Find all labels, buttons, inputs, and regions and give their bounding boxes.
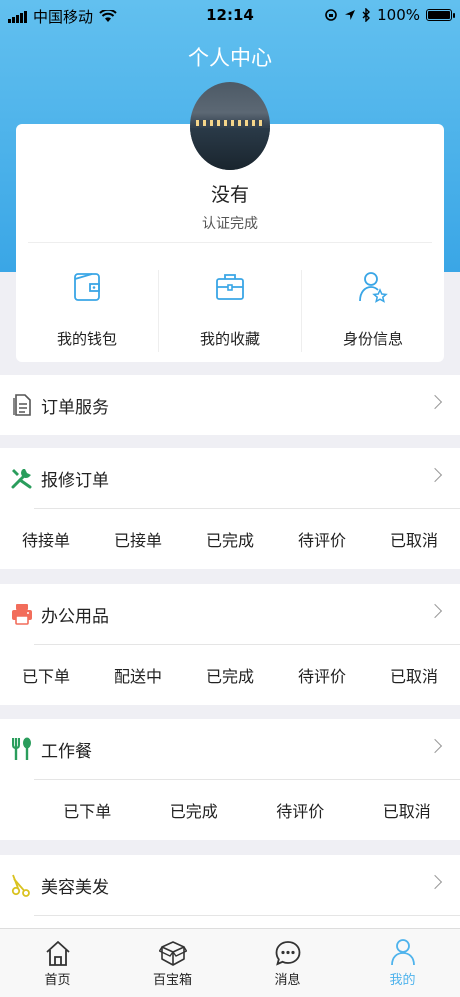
divider <box>28 242 432 243</box>
office-status-completed[interactable]: 已完成 <box>184 663 276 687</box>
document-icon <box>12 393 32 417</box>
order-service-row[interactable]: 订单服务 <box>0 375 460 435</box>
tools-icon <box>10 466 34 490</box>
office-status-ordered[interactable]: 已下单 <box>0 663 92 687</box>
username: 没有 <box>16 180 444 207</box>
tab-home[interactable]: 首页 <box>0 929 115 997</box>
tab-me[interactable]: 我的 <box>345 929 460 997</box>
tab-messages-label: 消息 <box>230 969 345 988</box>
office-status-pending-review[interactable]: 待评价 <box>276 663 368 687</box>
work-meal-section: 工作餐 已下单 已完成 待评价 已取消 <box>0 719 460 840</box>
tab-bar: 首页 百宝箱 消息 我的 <box>0 928 460 997</box>
battery-icon <box>426 9 452 21</box>
printer-icon <box>10 603 34 625</box>
chevron-right-icon <box>428 395 442 409</box>
office-supplies-row[interactable]: 办公用品 <box>0 584 460 644</box>
briefcase-icon <box>214 270 246 302</box>
tab-me-label: 我的 <box>345 969 460 988</box>
beauty-label: 美容美发 <box>41 873 109 898</box>
quick-links: 我的钱包 我的收藏 身份信息 <box>16 270 444 352</box>
chevron-right-icon <box>428 875 442 889</box>
office-supplies-label: 办公用品 <box>41 602 109 627</box>
meal-status-cancelled[interactable]: 已取消 <box>354 798 460 822</box>
favorites-link[interactable]: 我的收藏 <box>158 270 301 352</box>
beauty-row[interactable]: 美容美发 <box>0 855 460 915</box>
favorites-label: 我的收藏 <box>159 328 301 349</box>
repair-orders-label: 报修订单 <box>41 466 109 491</box>
home-icon <box>44 939 72 967</box>
tab-messages[interactable]: 消息 <box>230 929 345 997</box>
order-service-label: 订单服务 <box>41 393 109 418</box>
meal-status-completed[interactable]: 已完成 <box>141 798 248 822</box>
wallet-label: 我的钱包 <box>16 328 158 349</box>
meal-status-ordered[interactable]: 已下单 <box>34 798 141 822</box>
meal-status-row: 已下单 已完成 待评价 已取消 <box>0 780 460 840</box>
person-icon <box>389 937 417 967</box>
office-supplies-section: 办公用品 已下单 配送中 已完成 待评价 已取消 <box>0 584 460 705</box>
wallet-icon <box>72 270 102 302</box>
chevron-right-icon <box>428 604 442 618</box>
repair-status-pending-accept[interactable]: 待接单 <box>0 527 92 551</box>
office-status-cancelled[interactable]: 已取消 <box>368 663 460 687</box>
scissors-icon <box>10 873 34 897</box>
location-icon <box>344 9 356 21</box>
work-meal-row[interactable]: 工作餐 <box>0 719 460 779</box>
tab-toolbox-label: 百宝箱 <box>115 969 230 988</box>
chevron-right-icon <box>428 739 442 753</box>
chevron-right-icon <box>428 468 442 482</box>
meal-status-pending-review[interactable]: 待评价 <box>247 798 354 822</box>
status-bar: 中国移动 12:14 100% <box>0 0 460 30</box>
user-star-icon <box>357 270 389 304</box>
fork-spoon-icon <box>11 737 33 761</box>
identity-link[interactable]: 身份信息 <box>301 270 444 352</box>
repair-status-pending-review[interactable]: 待评价 <box>276 527 368 551</box>
bluetooth-icon <box>362 8 371 22</box>
page-title: 个人中心 <box>0 42 460 72</box>
repair-status-completed[interactable]: 已完成 <box>184 527 276 551</box>
repair-status-accepted[interactable]: 已接单 <box>92 527 184 551</box>
order-service-section: 订单服务 <box>0 375 460 435</box>
repair-orders-row[interactable]: 报修订单 <box>0 448 460 508</box>
repair-orders-section: 报修订单 待接单 已接单 已完成 待评价 已取消 <box>0 448 460 569</box>
work-meal-label: 工作餐 <box>41 737 92 762</box>
battery-percent: 100% <box>377 6 420 24</box>
auth-status: 认证完成 <box>16 213 444 233</box>
beauty-section: 美容美发 <box>0 855 460 928</box>
divider <box>34 915 460 916</box>
repair-status-row: 待接单 已接单 已完成 待评价 已取消 <box>0 509 460 569</box>
rotation-lock-icon <box>324 8 338 22</box>
office-status-delivering[interactable]: 配送中 <box>92 663 184 687</box>
tab-home-label: 首页 <box>0 969 115 988</box>
office-status-row: 已下单 配送中 已完成 待评价 已取消 <box>0 645 460 705</box>
wallet-link[interactable]: 我的钱包 <box>16 270 158 352</box>
tab-toolbox[interactable]: 百宝箱 <box>115 929 230 997</box>
message-icon <box>274 939 302 967</box>
avatar[interactable] <box>190 82 270 170</box>
identity-label: 身份信息 <box>302 328 444 349</box>
box-icon <box>159 939 187 967</box>
repair-status-cancelled[interactable]: 已取消 <box>368 527 460 551</box>
